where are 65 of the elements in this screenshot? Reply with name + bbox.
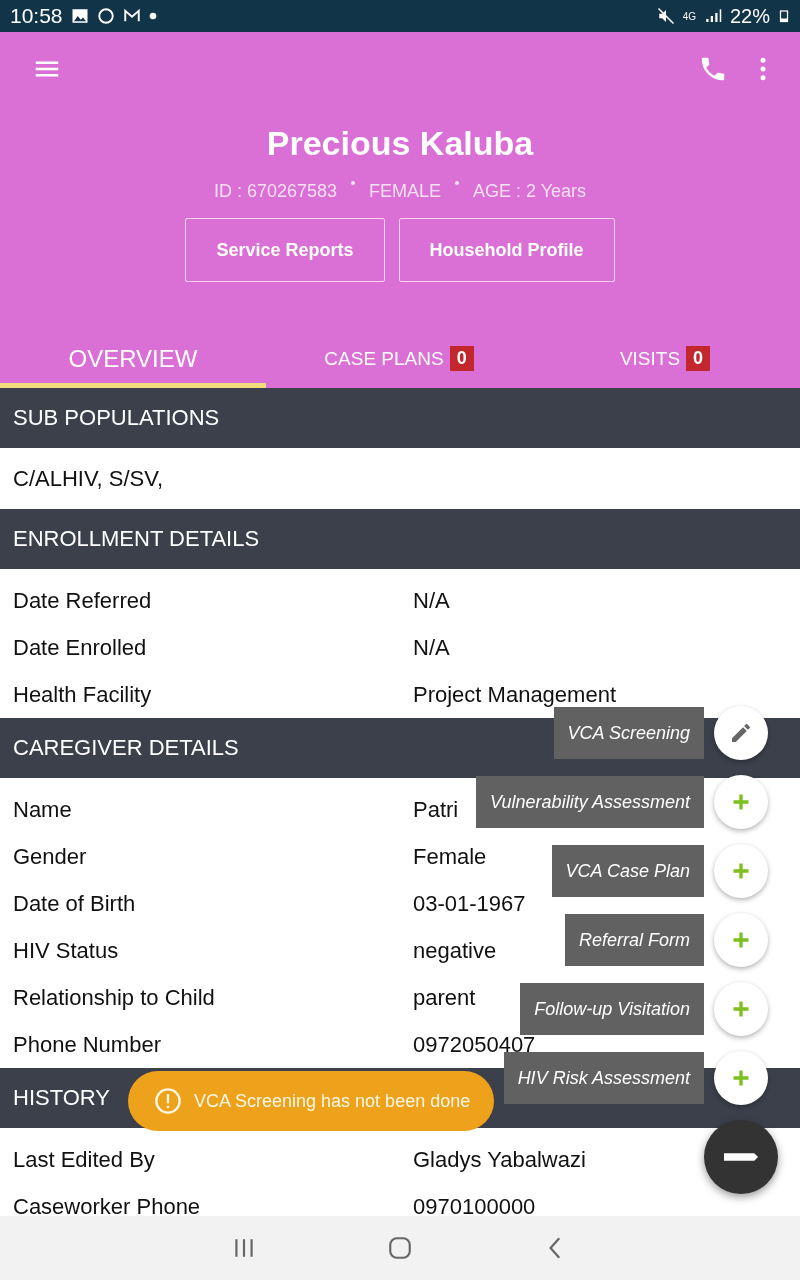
section-title: CAREGIVER DETAILS [13,735,239,761]
field-label: Date of Birth [13,890,136,917]
field-label: Last Edited By [13,1146,155,1173]
plus-icon [731,1068,751,1088]
field-value: Female [413,843,487,870]
field-value: Patri [413,796,459,823]
battery-percent: 22% [729,4,770,28]
child-gender: FEMALE [369,181,442,202]
section-title: ENROLLMENT DETAILS [13,526,260,552]
section-title: SUB POPULATIONS [13,405,220,431]
count-badge: 0 [449,346,474,371]
separator-dot-icon [351,181,355,185]
plus-icon [731,792,751,812]
action-label: HIV Risk Assessment [503,1052,704,1104]
action-label: Vulnerability Assessment [475,776,704,828]
field-value: N/A [413,587,450,614]
home-icon[interactable] [387,1235,413,1261]
field-value: 03-01-1967 [413,890,526,917]
field-value: Gladys Yabalwazi [413,1146,586,1173]
section-text: C/ALHIV, S/SV, [12,464,164,493]
field-label: Date Enrolled [13,634,147,661]
field-label: Phone Number [13,1031,161,1058]
field-value: 0970100000 [413,1193,536,1220]
action-button[interactable] [714,706,768,760]
action-label: Referral Form [565,914,704,966]
action-label: VCA Screening [553,707,704,759]
close-menu-button[interactable] [704,1120,778,1194]
plus-icon [731,930,751,950]
action-button[interactable] [714,1051,768,1105]
field-label: Health Facility [13,681,152,708]
toast-message: VCA Screening has not been done [194,1090,471,1112]
field-value: Project Management [413,681,616,708]
signal-icon [703,7,722,25]
section-title: HISTORY [13,1085,110,1111]
field-label: Date Referred [13,587,152,614]
field-label: Relationship to Child [13,984,215,1011]
child-age: AGE : 2 Years [473,181,587,202]
field-label: Name [13,796,72,823]
plus-icon [731,861,751,881]
network-type: 4G [682,10,696,22]
field-label: HIV Status [13,937,119,964]
mute-icon [656,7,675,25]
tab[interactable]: VISITS 0 [532,330,798,388]
warning-icon [154,1087,182,1115]
child-id: ID : 670267583 [213,181,337,202]
profile-button[interactable]: Household Profile [398,218,615,282]
count-badge: 0 [686,346,711,371]
dot-icon [148,12,157,20]
child-name: Precious Kaluba [265,124,535,163]
chat-icon [96,7,115,25]
separator-dot-icon [455,181,460,185]
field-label: Caseworker Phone [13,1193,201,1220]
action-label: Follow-up Visitation [520,983,704,1035]
pencil-icon [729,721,753,745]
action-button[interactable] [714,775,768,829]
field-value: negative [413,937,497,964]
field-value: parent [413,984,476,1011]
profile-button[interactable]: Service Reports [185,218,385,282]
tab[interactable]: CASE PLANS 0 [266,330,532,388]
status-time: 10:58 [10,4,63,28]
image-icon [70,7,89,25]
field-value: N/A [413,634,450,661]
action-label: VCA Case Plan [551,845,704,897]
plus-icon [731,999,751,1019]
field-label: Gender [13,843,87,870]
